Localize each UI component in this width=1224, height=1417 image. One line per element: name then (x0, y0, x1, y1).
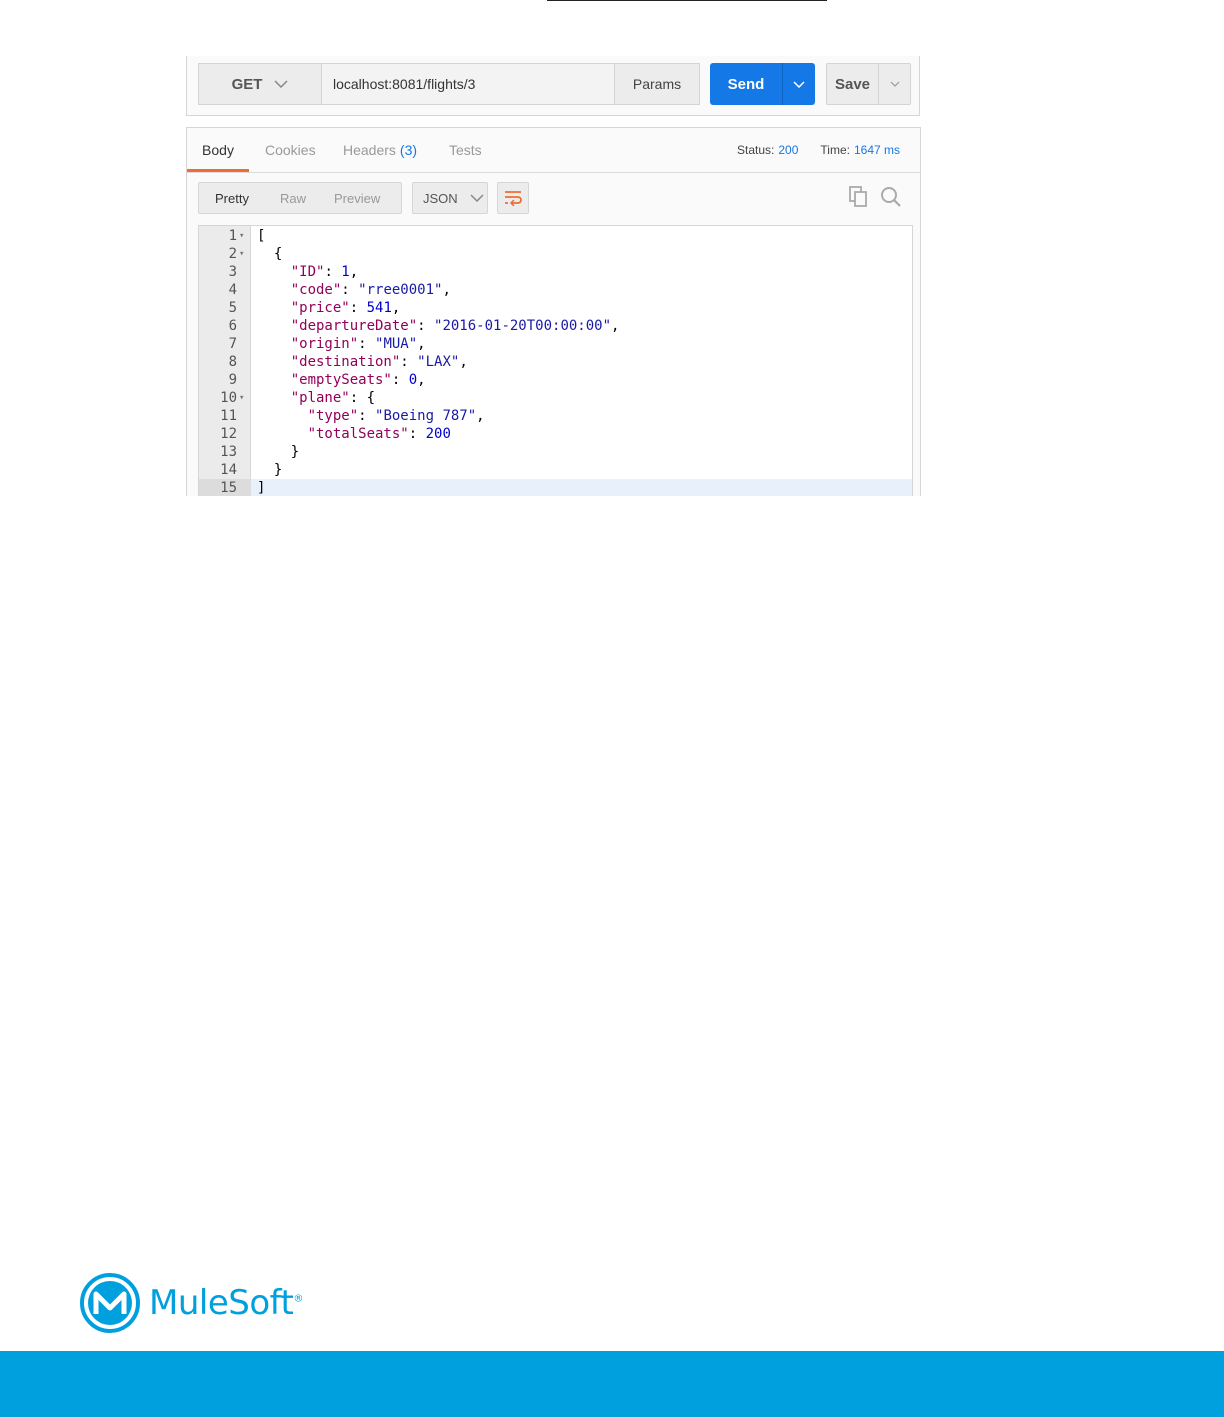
code-line: 15] (199, 479, 912, 496)
code-line: 2 ▾ { (199, 245, 912, 263)
tab-body-label: Body (202, 142, 234, 158)
code-line: 13 } (199, 443, 912, 461)
code-text: "price": 541, (290, 300, 401, 316)
line-number: 14 (220, 462, 237, 478)
tab-tests[interactable]: Tests (449, 128, 482, 171)
chevron-down-icon (470, 194, 484, 202)
code-line: 6 "departureDate": "2016-01-20T00:00:00"… (199, 317, 912, 335)
code-text: ] (257, 480, 266, 496)
line-number: 9 (228, 372, 237, 388)
code-line: 9 "emptySeats": 0, (199, 371, 912, 389)
headers-count-badge: (3) (399, 141, 418, 158)
view-preview-button[interactable]: Preview (306, 191, 380, 206)
method-select[interactable]: GET (198, 63, 322, 105)
tab-cookies-label: Cookies (265, 141, 316, 158)
response-body-editor[interactable]: 1 ▾[2 ▾ {3 "ID": 1, 4 "code": "rree0001", 5 … (198, 225, 913, 496)
code-line: 3 "ID": 1, (199, 263, 912, 281)
params-label: Params (632, 76, 682, 92)
view-mode-group: Pretty Raw Preview (198, 182, 402, 214)
view-toolbar: Pretty Raw Preview JSON (187, 182, 920, 214)
tab-body[interactable]: Body (187, 128, 249, 172)
fold-toggle-icon[interactable]: ▾ (239, 389, 244, 407)
top-divider-line (547, 0, 827, 1)
search-icon[interactable] (880, 186, 902, 208)
mulesoft-logo-text: MuleSoft® (149, 1283, 303, 1323)
chevron-down-icon (890, 81, 899, 87)
view-pretty-button[interactable]: Pretty (199, 191, 249, 206)
copy-icon[interactable] (849, 186, 869, 208)
status-value: 200 (778, 143, 799, 157)
fold-toggle-icon[interactable]: ▾ (239, 245, 244, 263)
line-number: 15 (199, 479, 251, 496)
send-dropdown-button[interactable] (782, 63, 815, 105)
code-text: "emptySeats": 0, (290, 372, 426, 388)
format-label: JSON (423, 190, 458, 206)
status-label: Status: (737, 143, 775, 157)
tab-cookies[interactable]: Cookies (265, 128, 316, 171)
code-line: 1 ▾[ (199, 227, 912, 245)
tab-tests-label: Tests (449, 141, 482, 158)
code-line: 11 "type": "Boeing 787", (199, 407, 912, 425)
code-text: } (257, 462, 283, 478)
line-number: 6 (228, 318, 237, 334)
code-text: "plane": { (290, 390, 376, 406)
code-text: "type": "Boeing 787", (307, 408, 485, 424)
code-line: 8 "destination": "LAX", (199, 353, 912, 371)
line-number: 8 (228, 354, 237, 370)
method-label: GET (231, 75, 263, 93)
tab-headers-label: Headers (343, 141, 396, 158)
save-button[interactable]: Save (826, 63, 911, 105)
save-dropdown-button[interactable] (879, 64, 910, 104)
code-line: 14 } (199, 461, 912, 479)
code-text: "code": "rree0001", (290, 282, 451, 298)
line-number: 12 (220, 426, 237, 442)
request-bar: GET Params Send Save (186, 56, 920, 116)
mulesoft-logo: MuleSoft® (79, 1272, 303, 1334)
code-line: 4 "code": "rree0001", (199, 281, 912, 299)
code-text: [ (257, 228, 266, 244)
line-number: 3 (228, 264, 237, 280)
wrap-lines-icon (505, 191, 522, 206)
params-button[interactable]: Params (614, 63, 700, 105)
tab-headers[interactable]: Headers (3) (343, 128, 417, 171)
code-text: "ID": 1, (290, 264, 359, 280)
line-number: 7 (228, 336, 237, 352)
code-line: 5 "price": 541, (199, 299, 912, 317)
code-line: 12 "totalSeats": 200 (199, 425, 912, 443)
code-text: } (257, 444, 300, 460)
response-tabs: Body Cookies Headers (3) Tests Status: 2… (187, 128, 920, 173)
code-text: "origin": "MUA", (290, 336, 426, 352)
save-label: Save (827, 64, 879, 104)
send-label: Send (727, 75, 765, 93)
time-label: Time: (820, 143, 850, 157)
chevron-down-icon (793, 80, 805, 88)
code-line: 10 ▾ "plane": { (199, 389, 912, 407)
mulesoft-logo-icon (80, 1273, 140, 1333)
time-value: 1647 ms (853, 143, 900, 157)
fold-toggle-icon[interactable]: ▾ (239, 227, 244, 245)
footer-bar (0, 1351, 1224, 1417)
wrap-lines-button[interactable] (497, 182, 529, 214)
url-input[interactable] (321, 63, 615, 105)
code-text: "totalSeats": 200 (307, 426, 451, 442)
line-number: 13 (220, 444, 237, 460)
send-button[interactable]: Send (710, 63, 815, 105)
code-text: { (257, 246, 283, 262)
line-number: 4 (228, 282, 237, 298)
code-line: 7 "origin": "MUA", (199, 335, 912, 353)
view-raw-button[interactable]: Raw (249, 191, 306, 206)
response-meta: Status: 200 Time: 1647 ms (737, 128, 900, 172)
line-number: 11 (220, 408, 237, 424)
response-panel: Body Cookies Headers (3) Tests Status: 2… (186, 127, 921, 496)
chevron-down-icon (274, 80, 288, 88)
line-number: 5 (228, 300, 237, 316)
code-text: "destination": "LAX", (290, 354, 468, 370)
format-select[interactable]: JSON (412, 182, 488, 214)
code-text: "departureDate": "2016-01-20T00:00:00", (290, 318, 620, 334)
